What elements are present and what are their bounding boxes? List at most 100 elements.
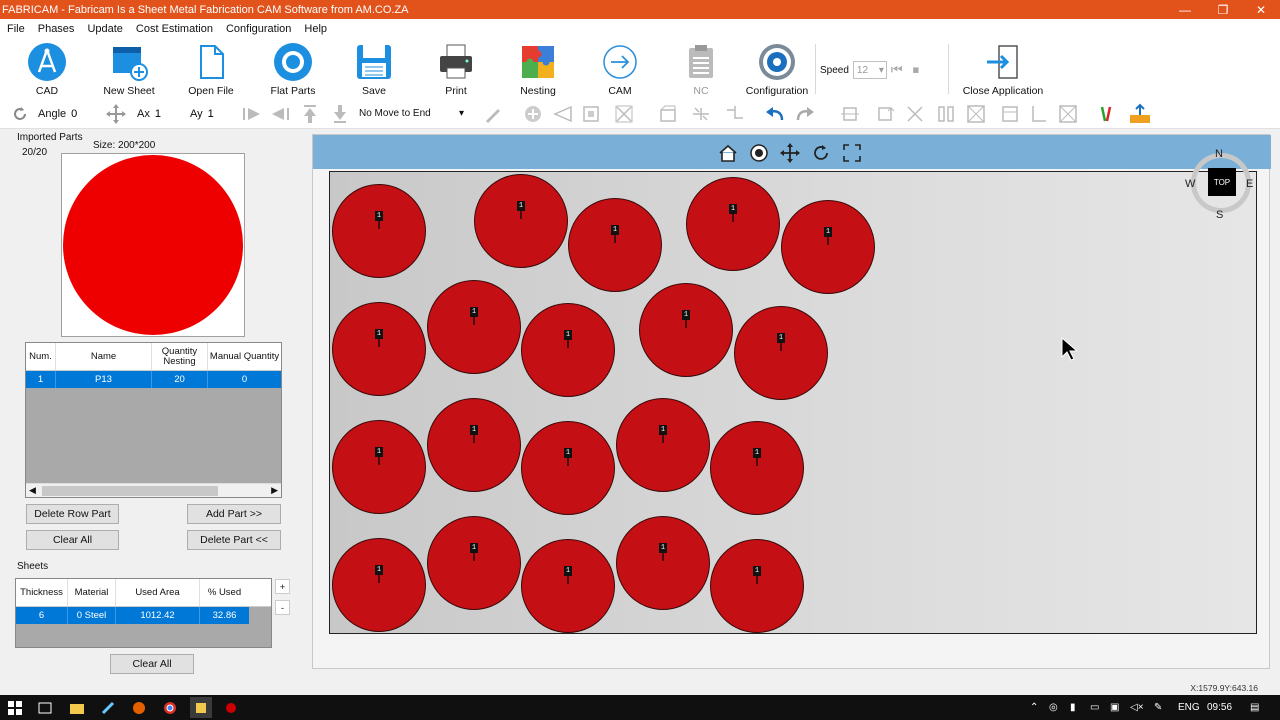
tray-network-icon[interactable]: ▣	[1110, 702, 1119, 713]
clear-all-sheets-button[interactable]: Clear All	[110, 654, 194, 674]
nesting-viewport[interactable]: 1 1 1 1 1 1 1 1 1 1 1 1 1 1 1 1 1 1 1 1 TOP N S W E	[312, 134, 1271, 669]
color-marker-icon[interactable]	[1094, 103, 1118, 125]
cam-button[interactable]: CAM	[584, 42, 656, 97]
nested-part[interactable]: 1	[332, 302, 426, 396]
nested-part[interactable]: 1	[781, 200, 875, 294]
nested-part[interactable]: 1	[521, 539, 615, 633]
windows-start-icon[interactable]	[6, 699, 23, 716]
sheet-plate[interactable]: 1 1 1 1 1 1 1 1 1 1 1 1 1 1 1 1 1 1 1 1	[329, 171, 1257, 634]
close-application-button[interactable]: Close Application	[963, 42, 1043, 97]
notification-icon[interactable]: ▤	[1250, 702, 1259, 713]
flat-parts-button[interactable]: Flat Parts	[257, 42, 329, 97]
fullscreen-icon[interactable]	[840, 141, 864, 165]
step-back-icon[interactable]: ⏮	[891, 62, 903, 78]
nc-cross-icon[interactable]	[612, 103, 636, 125]
chrome-icon[interactable]	[161, 699, 178, 716]
speed-select[interactable]: 12 ▾	[852, 61, 887, 79]
nested-part[interactable]: 1	[332, 184, 426, 278]
ay-input[interactable]	[207, 108, 238, 120]
l-shape-icon[interactable]	[1026, 103, 1050, 125]
tray-battery-icon[interactable]: ▭	[1090, 702, 1099, 713]
mirror-icon[interactable]	[934, 103, 958, 125]
nested-part[interactable]: 1	[427, 516, 521, 610]
rotate-view-icon[interactable]	[809, 141, 833, 165]
flip-icon[interactable]	[964, 103, 988, 125]
scroll-right-icon[interactable]: ▶	[271, 485, 278, 496]
corner-icon[interactable]	[656, 103, 680, 125]
nested-part[interactable]: 1	[427, 280, 521, 374]
branch-icon[interactable]	[689, 103, 713, 125]
add-part-button[interactable]: Add Part >>	[187, 504, 281, 524]
add-circle-icon[interactable]	[521, 103, 545, 125]
table-row[interactable]: 6 0 Steel 1012.42 32.86	[16, 607, 249, 624]
print-button[interactable]: Print	[420, 42, 492, 97]
menu-cost-estimation[interactable]: Cost Estimation	[129, 23, 219, 35]
clock[interactable]: 09:56	[1207, 702, 1232, 713]
move-last-icon[interactable]	[268, 103, 292, 125]
move-bottom-icon[interactable]	[328, 103, 352, 125]
save-button[interactable]: Save	[338, 42, 410, 97]
maximize-button[interactable]: ❐	[1204, 0, 1242, 19]
remove-sheet-button[interactable]: -	[275, 600, 290, 615]
firefox-icon[interactable]	[130, 699, 147, 716]
menu-file[interactable]: File	[0, 23, 31, 35]
open-file-button[interactable]: Open File	[175, 42, 247, 97]
minimize-button[interactable]: —	[1166, 0, 1204, 19]
scroll-thumb[interactable]	[42, 486, 218, 496]
app-icon[interactable]	[99, 699, 116, 716]
language-indicator[interactable]: ENG	[1178, 702, 1200, 713]
nested-part[interactable]: 1	[710, 421, 804, 515]
close-button[interactable]: ✕	[1242, 0, 1280, 19]
parts-table-scrollbar[interactable]: ◀ ▶	[26, 483, 281, 497]
rotate-icon[interactable]	[8, 103, 32, 125]
scroll-left-icon[interactable]: ◀	[29, 485, 36, 496]
clear-all-parts-button[interactable]: Clear All	[26, 530, 119, 550]
menu-configuration[interactable]: Configuration	[219, 23, 297, 35]
cross-box-icon[interactable]	[903, 103, 927, 125]
pencil-icon[interactable]	[481, 103, 505, 125]
configuration-button[interactable]: Configuration	[741, 42, 813, 97]
add-sheet-button[interactable]: +	[275, 579, 290, 594]
tray-volume-icon[interactable]: ◁×	[1130, 702, 1144, 713]
move-top-icon[interactable]	[298, 103, 322, 125]
undo-icon[interactable]	[763, 103, 787, 125]
delete-part-button[interactable]: Delete Part <<	[187, 530, 281, 550]
nested-part[interactable]: 1	[616, 398, 710, 492]
delete-row-part-button[interactable]: Delete Row Part	[26, 504, 119, 524]
nesting-button[interactable]: Nesting	[502, 42, 574, 97]
tray-app-icon[interactable]: ◎	[1049, 702, 1058, 713]
task-view-icon[interactable]	[36, 699, 53, 716]
view-cube-compass[interactable]: TOP	[1191, 153, 1251, 213]
nested-part[interactable]: 1	[734, 306, 828, 400]
fabricam-taskbar-icon[interactable]	[190, 697, 212, 718]
frame-icon[interactable]	[998, 103, 1022, 125]
redo-icon[interactable]	[793, 103, 817, 125]
ax-input[interactable]	[154, 108, 185, 120]
menu-update[interactable]: Update	[80, 23, 128, 35]
move-mode-select[interactable]: No Move to End ▾	[356, 104, 468, 122]
bracket-icon[interactable]	[579, 103, 603, 125]
nested-part[interactable]: 1	[616, 516, 710, 610]
table-row[interactable]: 1 P13 20 0	[26, 371, 281, 388]
recorder-icon[interactable]	[222, 699, 239, 716]
pan-icon[interactable]	[778, 141, 802, 165]
nested-part[interactable]: 1	[521, 421, 615, 515]
angle-input[interactable]	[71, 108, 102, 120]
align-icon[interactable]	[838, 103, 862, 125]
wedge-icon[interactable]	[551, 103, 575, 125]
tray-chevron-icon[interactable]: ⌃	[1030, 702, 1038, 713]
nested-part[interactable]: 1	[686, 177, 780, 271]
tray-mic-icon[interactable]: ▮	[1070, 702, 1076, 713]
join-icon[interactable]	[723, 103, 747, 125]
view-top-button[interactable]: TOP	[1208, 168, 1236, 196]
tray-pen-icon[interactable]: ✎	[1154, 702, 1162, 713]
nested-part[interactable]: 1	[427, 398, 521, 492]
export-tray-icon[interactable]	[1128, 103, 1152, 125]
nested-part[interactable]: 1	[710, 539, 804, 633]
new-sheet-button[interactable]: New Sheet	[93, 42, 165, 97]
stop-icon[interactable]: ⏹	[913, 62, 920, 78]
file-explorer-icon[interactable]	[68, 699, 85, 716]
nested-part[interactable]: 1	[332, 420, 426, 514]
cad-button[interactable]: CAD	[11, 42, 83, 97]
nc-button[interactable]: NC	[665, 42, 737, 97]
